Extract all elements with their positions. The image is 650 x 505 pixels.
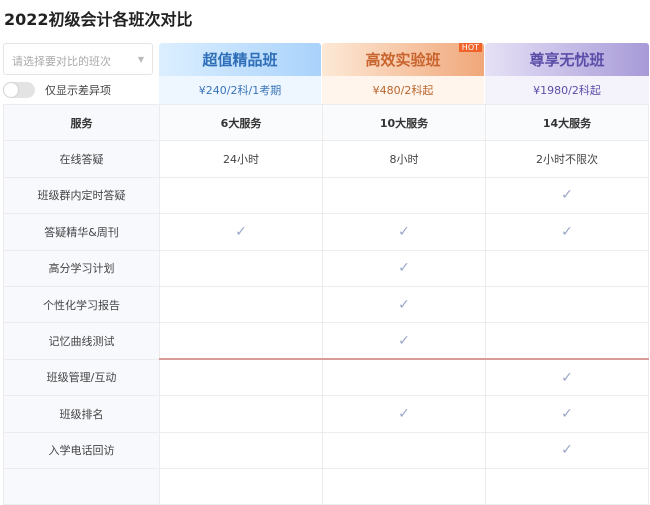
check-icon: ✓	[322, 322, 486, 360]
diff-toggle[interactable]	[3, 82, 35, 98]
row-value: 2小时不限次	[485, 140, 649, 178]
row-label: 个性化学习报告	[3, 285, 160, 324]
check-icon: ✓	[485, 213, 649, 251]
row-value	[485, 467, 649, 505]
plan-price-3: ¥1980/2科起	[485, 76, 649, 104]
table-row: 个性化学习报告 ✓	[3, 285, 649, 324]
row-value	[159, 358, 323, 397]
plan-header-3: 尊享无忧班	[485, 43, 649, 76]
hot-badge: HOT	[458, 43, 482, 52]
table-row: 在线答疑 24小时 8小时 2小时不限次	[3, 140, 649, 178]
table-row: 班级管理/互动 ✓	[3, 358, 649, 397]
table-row: 班级群内定时答疑 ✓	[3, 176, 649, 215]
class-select[interactable]: 请选择要对比的班次 ▼	[3, 43, 153, 75]
table-row: 记忆曲线测试 ✓	[3, 322, 649, 360]
table-row: 答疑精华&周刊 ✓ ✓ ✓	[3, 213, 649, 251]
check-icon: ✓	[485, 431, 649, 469]
header-label: 服务	[3, 103, 160, 142]
row-value: 24小时	[159, 140, 323, 178]
row-label: 班级排名	[3, 395, 160, 433]
plan-price-2: ¥480/2科起	[322, 76, 484, 104]
row-value	[159, 431, 323, 469]
check-icon: ✓	[485, 358, 649, 397]
row-value	[322, 467, 486, 505]
row-value	[159, 249, 323, 287]
page-title: 2022初级会计各班次对比	[4, 10, 193, 29]
table-row: 入学电话回访 ✓	[3, 431, 649, 469]
row-value	[485, 249, 649, 287]
table-row: 班级排名 ✓ ✓	[3, 395, 649, 433]
row-value	[159, 395, 323, 433]
row-label	[3, 467, 160, 505]
row-value	[159, 467, 323, 505]
row-value: 8小时	[322, 140, 486, 178]
row-value	[159, 285, 323, 324]
chevron-down-icon: ▼	[137, 55, 144, 64]
row-value	[159, 176, 323, 215]
check-icon: ✓	[322, 249, 486, 287]
comparison-table: 服务 6大服务 10大服务 14大服务 在线答疑 24小时 8小时 2小时不限次 班级群…	[3, 103, 649, 505]
row-label: 在线答疑	[3, 140, 160, 178]
plan-name: 超值精品班	[202, 51, 278, 69]
row-label: 记忆曲线测试	[3, 322, 160, 360]
row-label: 班级管理/互动	[3, 358, 160, 397]
check-icon: ✓	[485, 395, 649, 433]
select-placeholder: 请选择要对比的班次	[12, 55, 111, 68]
diff-toggle-row: 仅显示差异项	[3, 82, 111, 98]
table-row: 高分学习计划 ✓	[3, 249, 649, 287]
header-value: 6大服务	[159, 103, 323, 142]
plan-header-2: 高效实验班 HOT	[322, 43, 484, 76]
diff-toggle-label: 仅显示差异项	[45, 84, 111, 97]
row-label: 高分学习计划	[3, 249, 160, 287]
row-label: 班级群内定时答疑	[3, 176, 160, 215]
row-label: 答疑精华&周刊	[3, 213, 160, 251]
header-value: 14大服务	[485, 103, 649, 142]
row-value	[322, 431, 486, 469]
table-row	[3, 467, 649, 505]
check-icon: ✓	[322, 213, 486, 251]
check-icon: ✓	[485, 176, 649, 215]
plan-header-1: 超值精品班	[159, 43, 321, 76]
row-value	[485, 285, 649, 324]
check-icon: ✓	[322, 285, 486, 324]
header-row: 服务 6大服务 10大服务 14大服务	[3, 103, 649, 142]
plan-name: 尊享无忧班	[529, 51, 605, 69]
check-icon: ✓	[322, 395, 486, 433]
row-value	[322, 176, 486, 215]
row-value	[159, 322, 323, 360]
header-value: 10大服务	[322, 103, 486, 142]
row-label: 入学电话回访	[3, 431, 160, 469]
check-icon: ✓	[159, 213, 323, 251]
row-value	[485, 322, 649, 360]
plan-name: 高效实验班	[365, 51, 441, 69]
plan-price-1: ¥240/2科/1考期	[159, 76, 321, 104]
row-value	[322, 358, 486, 397]
